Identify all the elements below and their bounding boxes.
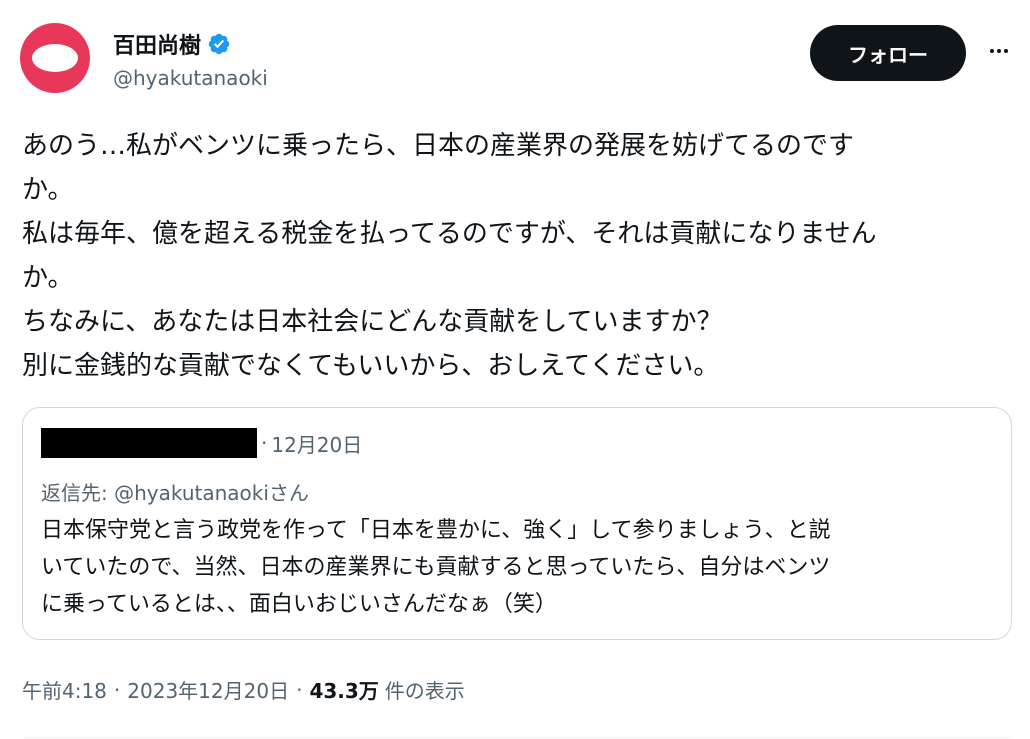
- meta-separator: ·: [296, 677, 303, 702]
- quote-text-line: に乗っているとは、、面白いおじいさんだなぁ（笑）: [41, 592, 557, 617]
- views-label: 件の表示: [384, 679, 465, 703]
- verified-badge-icon: [208, 33, 230, 55]
- tweet-text-line: か。: [22, 175, 74, 205]
- redacted-username-block: [41, 428, 257, 458]
- meta-separator: ·: [113, 677, 121, 702]
- views-count[interactable]: 43.3万: [309, 675, 378, 704]
- post-time[interactable]: 午前4:18: [22, 675, 107, 704]
- more-horizontal-icon: [990, 49, 1008, 53]
- quote-text-line: 日本保守党と言う政党を作って「日本を豊かに、強く」して参りましょう、と説: [41, 518, 831, 543]
- avatar[interactable]: [20, 23, 90, 93]
- quote-separator: ·: [261, 431, 268, 455]
- tweet-text-line: 別に金銭的な貢献でなくてもいいから、おしえてください。: [22, 351, 720, 381]
- follow-button[interactable]: フォロー: [810, 25, 966, 81]
- tweet-text-line: ちなみに、あなたは日本社会にどんな貢献をしていますか？: [22, 307, 723, 337]
- post-date[interactable]: 2023年12月20日: [127, 675, 289, 704]
- quote-text-line: いていたので、当然、日本の産業界にも貢献すると思っていたら、自分はベンツ: [41, 555, 831, 580]
- quote-date[interactable]: 12月20日: [271, 429, 362, 458]
- tweet-text-line: あのう…私がベンツに乗ったら、日本の産業界の発展を妨げてるのです: [22, 131, 855, 161]
- reply-to-label: 返信先: @hyakutanaokiさん: [41, 481, 309, 505]
- quoted-tweet-card[interactable]: · 12月20日 返信先: @hyakutanaokiさん 日本保守党と言う政党…: [22, 407, 1012, 640]
- author-name-row: 百田尚樹: [113, 28, 231, 60]
- more-options-button[interactable]: [982, 34, 1016, 68]
- divider: [22, 737, 1012, 738]
- display-name[interactable]: 百田尚樹: [113, 28, 201, 60]
- quote-text: 日本保守党と言う政党を作って「日本を豊かに、強く」して参りましょう、と説 いてい…: [41, 512, 1001, 623]
- tweet-text: あのう…私がベンツに乗ったら、日本の産業界の発展を妨げてるのです か。 私は毎年…: [22, 124, 1012, 388]
- tweet-text-line: か。: [22, 263, 74, 293]
- quote-header: · 12月20日: [41, 428, 362, 458]
- author-handle[interactable]: @hyakutanaoki: [113, 66, 268, 90]
- tweet-meta: 午前4:18 · 2023年12月20日 · 43.3万 件の表示: [22, 675, 465, 704]
- avatar-egg-shape: [32, 44, 78, 72]
- tweet-text-line: 私は毎年、億を超える税金を払ってるのですが、それは貢献になりません: [22, 219, 877, 249]
